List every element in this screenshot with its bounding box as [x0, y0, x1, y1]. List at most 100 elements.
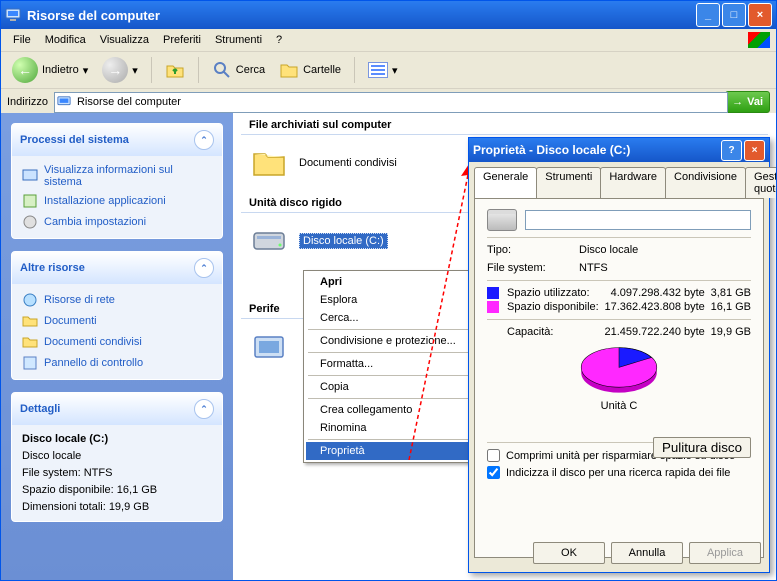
tab-quota[interactable]: Gestione quote — [745, 167, 777, 198]
panel-header[interactable]: Processi del sistema ⌃ — [12, 124, 222, 156]
free-space-row: Spazio disponibile: 17.362.423.808 byte … — [487, 301, 751, 313]
menu-help[interactable]: ? — [270, 32, 288, 48]
tab-general[interactable]: Generale — [474, 167, 537, 198]
filesystem-value: NTFS — [579, 262, 608, 274]
detail-filesystem: File system: NTFS — [22, 467, 212, 479]
menu-view[interactable]: Visualizza — [94, 32, 155, 48]
dialog-close-button[interactable]: × — [744, 140, 765, 161]
menu-open[interactable]: Apri — [306, 273, 482, 291]
folders-icon — [279, 60, 299, 80]
go-label: Vai — [747, 96, 763, 108]
search-button[interactable]: Cerca — [207, 57, 270, 83]
menu-edit[interactable]: Modifica — [39, 32, 92, 48]
menu-format[interactable]: Formatta... — [306, 355, 482, 373]
capacity-row: Capacità: 21.459.722.240 byte 19,9 GB — [487, 326, 751, 338]
menu-explore[interactable]: Esplora — [306, 291, 482, 309]
title-bar[interactable]: Risorse del computer _ □ × — [1, 1, 776, 29]
up-button[interactable] — [160, 57, 190, 83]
window-title: Risorse del computer — [27, 8, 696, 23]
compress-input[interactable] — [487, 449, 500, 462]
address-label: Indirizzo — [7, 96, 48, 108]
section-stored-files: File archiviati sul computer — [241, 113, 768, 135]
panel-title: Altre risorse — [20, 262, 85, 274]
tab-hardware[interactable]: Hardware — [600, 167, 666, 198]
control-panel-icon — [22, 355, 38, 371]
menu-search[interactable]: Cerca... — [306, 309, 482, 327]
panel-header[interactable]: Dettagli ⌃ — [12, 393, 222, 425]
address-input[interactable] — [54, 92, 728, 113]
computer-icon — [5, 7, 21, 23]
drive-icon — [487, 209, 517, 231]
menu-shortcut[interactable]: Crea collegamento — [306, 401, 482, 419]
views-icon — [368, 62, 388, 78]
dialog-title: Proprietà - Disco locale (C:) — [473, 143, 719, 157]
add-remove-programs-link[interactable]: Installazione applicazioni — [22, 193, 212, 209]
windows-flag-icon[interactable] — [748, 32, 770, 48]
view-system-info-link[interactable]: Visualizza informazioni sul sistema — [22, 164, 212, 188]
menu-copy[interactable]: Copia — [306, 378, 482, 396]
detail-drive-name: Disco locale (C:) — [22, 433, 108, 445]
index-input[interactable] — [487, 466, 500, 479]
disk-cleanup-button[interactable]: Pulitura disco — [653, 437, 751, 458]
close-button[interactable]: × — [748, 3, 772, 27]
explorer-window: Risorse del computer _ □ × File Modifica… — [0, 0, 777, 581]
settings-icon — [22, 214, 38, 230]
back-menu-icon[interactable]: ▾ — [83, 64, 89, 77]
control-panel-link[interactable]: Pannello di controllo — [22, 355, 212, 371]
separator — [198, 57, 199, 83]
shared-documents-link[interactable]: Documenti condivisi — [22, 334, 212, 350]
free-swatch-icon — [487, 301, 499, 313]
computer-icon — [57, 95, 71, 109]
minimize-button[interactable]: _ — [696, 3, 720, 27]
back-icon: ← — [12, 57, 38, 83]
folders-label: Cartelle — [303, 64, 341, 76]
network-places-link[interactable]: Risorse di rete — [22, 292, 212, 308]
forward-icon: → — [102, 57, 128, 83]
dialog-help-button[interactable]: ? — [721, 140, 742, 161]
index-checkbox[interactable]: Indicizza il disco per una ricerca rapid… — [487, 466, 751, 479]
forward-menu-icon[interactable]: ▾ — [132, 64, 138, 77]
used-space-row: Spazio utilizzato: 4.097.298.432 byte 3,… — [487, 287, 751, 299]
cancel-button[interactable]: Annulla — [611, 542, 683, 564]
details-panel: Dettagli ⌃ Disco locale (C:) Disco local… — [11, 392, 223, 522]
used-swatch-icon — [487, 287, 499, 299]
menu-sharing[interactable]: Condivisione e protezione... — [306, 332, 482, 350]
collapse-icon[interactable]: ⌃ — [194, 258, 214, 278]
address-bar: Indirizzo ▾ → Vai — [1, 89, 776, 116]
detail-drive-type: Disco locale — [22, 450, 212, 462]
go-arrow-icon: → — [732, 96, 743, 108]
folder-icon — [22, 334, 38, 350]
drive-label-input[interactable] — [525, 210, 751, 230]
views-menu-icon[interactable]: ▾ — [392, 64, 398, 77]
menu-favorites[interactable]: Preferiti — [157, 32, 207, 48]
menu-tools[interactable]: Strumenti — [209, 32, 268, 48]
search-icon — [212, 60, 232, 80]
maximize-button[interactable]: □ — [722, 3, 746, 27]
menu-rename[interactable]: Rinomina — [306, 419, 482, 437]
network-icon — [22, 292, 38, 308]
go-button[interactable]: → Vai — [725, 91, 770, 113]
panel-title: Processi del sistema — [20, 134, 129, 146]
detail-total-size: Dimensioni totali: 19,9 GB — [22, 501, 212, 513]
panel-header[interactable]: Altre risorse ⌃ — [12, 252, 222, 284]
collapse-icon[interactable]: ⌃ — [194, 130, 214, 150]
change-settings-link[interactable]: Cambia impostazioni — [22, 214, 212, 230]
apply-button[interactable]: Applica — [689, 542, 761, 564]
menu-properties[interactable]: Proprietà — [306, 442, 482, 460]
forward-button[interactable]: → ▾ — [97, 54, 143, 86]
back-button[interactable]: ← Indietro ▾ — [7, 54, 93, 86]
menu-file[interactable]: File — [7, 32, 37, 48]
tasks-pane: Processi del sistema ⌃ Visualizza inform… — [1, 113, 233, 580]
ok-button[interactable]: OK — [533, 542, 605, 564]
folder-icon — [22, 313, 38, 329]
tab-sharing[interactable]: Condivisione — [665, 167, 746, 198]
separator — [151, 57, 152, 83]
detail-free-space: Spazio disponibile: 16,1 GB — [22, 484, 212, 496]
context-menu: Apri Esplora Cerca... Condivisione e pro… — [303, 270, 485, 463]
dialog-title-bar[interactable]: Proprietà - Disco locale (C:) ? × — [469, 138, 769, 162]
documents-link[interactable]: Documenti — [22, 313, 212, 329]
views-button[interactable]: ▾ — [363, 59, 403, 81]
collapse-icon[interactable]: ⌃ — [194, 399, 214, 419]
tab-tools[interactable]: Strumenti — [536, 167, 601, 198]
folders-button[interactable]: Cartelle — [274, 57, 346, 83]
